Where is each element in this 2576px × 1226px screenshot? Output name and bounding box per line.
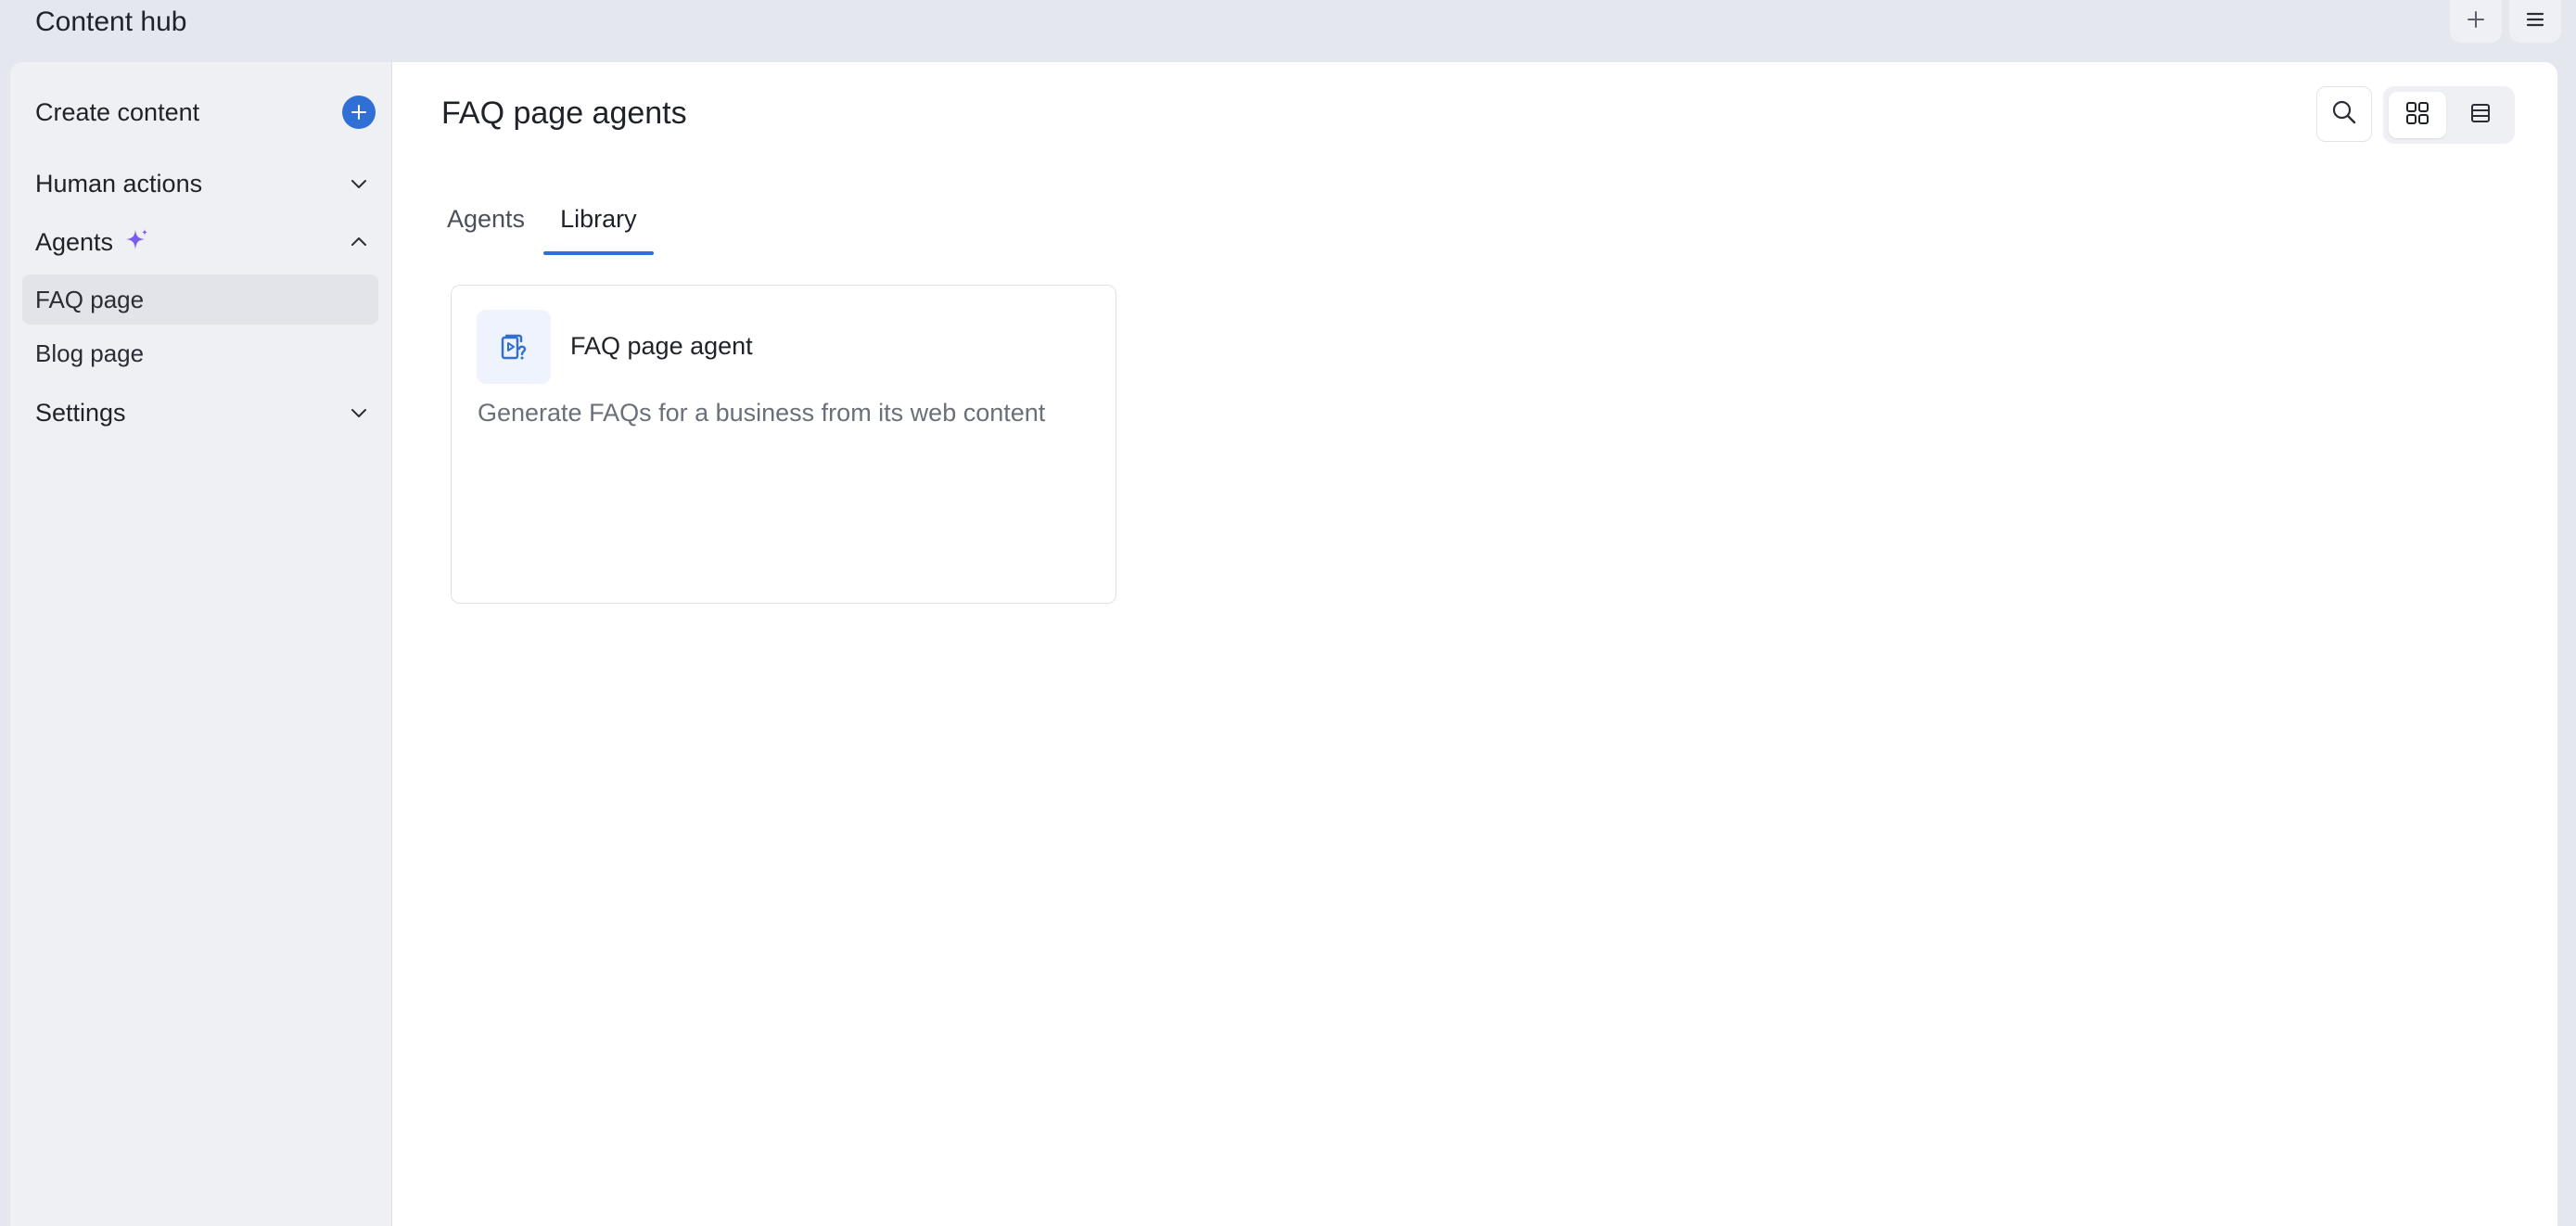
- sidebar-section-settings[interactable]: Settings: [10, 386, 392, 440]
- sidebar: Create content Human actions Agents FAQ …: [10, 62, 392, 1226]
- search-button[interactable]: [2316, 86, 2372, 142]
- hamburger-menu-icon: [2525, 9, 2545, 34]
- tab-bar: Agents Library: [441, 199, 654, 255]
- grid-view-button[interactable]: [2389, 92, 2446, 138]
- list-view-button[interactable]: [2452, 92, 2509, 138]
- agent-card[interactable]: FAQ page agent Generate FAQs for a busin…: [451, 285, 1116, 604]
- sidebar-item-label: FAQ page: [35, 285, 145, 313]
- app-title: Content hub: [35, 6, 187, 37]
- sidebar-create-label: Create content: [35, 97, 200, 126]
- sidebar-item-blog-page[interactable]: Blog page: [22, 328, 378, 378]
- view-mode-toggle: [2383, 86, 2515, 144]
- sidebar-create-content[interactable]: Create content: [10, 85, 392, 139]
- faq-document-icon: [477, 310, 551, 384]
- sidebar-section-label: Settings: [35, 398, 126, 427]
- top-bar: Content hub: [0, 0, 2576, 61]
- main-content: FAQ page agents Agents Library FAQ page …: [393, 62, 2557, 1226]
- chevron-down-icon: [340, 165, 377, 202]
- sidebar-section-agents[interactable]: Agents: [10, 215, 392, 269]
- top-menu-button[interactable]: [2509, 0, 2561, 43]
- tab-agents[interactable]: Agents: [441, 199, 542, 255]
- search-icon: [2330, 98, 2358, 131]
- card-description: Generate FAQs for a business from its we…: [478, 399, 1046, 427]
- sidebar-section-human-actions[interactable]: Human actions: [10, 157, 392, 211]
- tab-library[interactable]: Library: [543, 199, 654, 255]
- create-content-button[interactable]: [340, 94, 377, 131]
- sidebar-section-label: Agents: [35, 227, 114, 256]
- content-panel: Create content Human actions Agents FAQ …: [10, 62, 2557, 1226]
- sidebar-section-label: Human actions: [35, 169, 203, 198]
- page-title: FAQ page agents: [441, 96, 687, 131]
- plus-circle-icon: [342, 96, 376, 129]
- top-add-button[interactable]: [2450, 0, 2502, 43]
- sidebar-item-faq-page[interactable]: FAQ page: [22, 275, 378, 325]
- plus-icon: [2466, 9, 2486, 34]
- chevron-up-icon: [340, 223, 377, 261]
- grid-icon: [2405, 101, 2429, 130]
- sparkle-icon: [124, 227, 150, 258]
- card-title: FAQ page agent: [570, 332, 753, 360]
- chevron-down-icon: [340, 394, 377, 431]
- list-icon: [2469, 102, 2492, 129]
- sidebar-item-label: Blog page: [35, 338, 145, 367]
